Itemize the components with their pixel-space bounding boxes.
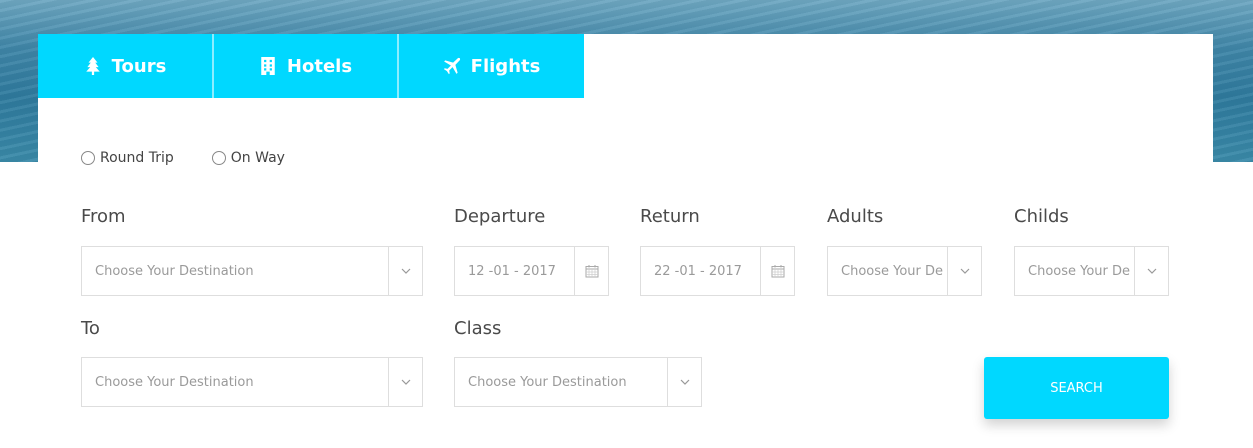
adults-label: Adults bbox=[827, 206, 884, 227]
chevron-down-icon[interactable] bbox=[1134, 247, 1168, 295]
tab-tours-label: Tours bbox=[111, 55, 167, 77]
adults-select-value: Choose Your De bbox=[841, 263, 944, 279]
departure-label: Departure bbox=[454, 206, 546, 227]
radio-on-way-label: On Way bbox=[230, 150, 285, 166]
to-label: To bbox=[81, 318, 100, 339]
plane-icon bbox=[443, 57, 460, 75]
calendar-icon[interactable] bbox=[760, 247, 794, 295]
departure-date-value: 12 -01 - 2017 bbox=[468, 263, 556, 279]
chevron-down-icon[interactable] bbox=[388, 358, 422, 406]
tab-hotels[interactable]: Hotels bbox=[214, 34, 399, 98]
booking-card: Tours Hotels Flights Round Trip On Way F… bbox=[38, 34, 1213, 448]
class-select[interactable]: Choose Your Destination bbox=[454, 357, 702, 407]
search-button[interactable]: SEARCH bbox=[984, 357, 1169, 419]
return-label: Return bbox=[640, 206, 700, 227]
childs-label: Childs bbox=[1014, 206, 1069, 227]
from-select[interactable]: Choose Your Destination bbox=[81, 246, 423, 296]
to-select-value: Choose Your Destination bbox=[95, 374, 254, 390]
chevron-down-icon[interactable] bbox=[947, 247, 981, 295]
radio-round-trip[interactable]: Round Trip bbox=[81, 150, 174, 166]
tab-tours[interactable]: Tours bbox=[38, 34, 214, 98]
page-edge bbox=[0, 162, 8, 448]
class-label: Class bbox=[454, 318, 502, 339]
tab-flights[interactable]: Flights bbox=[399, 34, 584, 98]
tab-hotels-label: Hotels bbox=[286, 55, 353, 77]
return-date-input[interactable]: 22 -01 - 2017 bbox=[640, 246, 795, 296]
tree-icon bbox=[85, 57, 100, 75]
from-label: From bbox=[81, 206, 126, 227]
trip-type-group: Round Trip On Way bbox=[81, 150, 285, 166]
tab-flights-label: Flights bbox=[470, 55, 541, 77]
to-select[interactable]: Choose Your Destination bbox=[81, 357, 423, 407]
radio-on-way[interactable]: On Way bbox=[211, 150, 285, 166]
radio-round-trip-label: Round Trip bbox=[100, 150, 174, 166]
childs-select-value: Choose Your De bbox=[1028, 263, 1131, 279]
from-select-value: Choose Your Destination bbox=[95, 263, 254, 279]
building-icon bbox=[261, 57, 275, 75]
radio-circle-icon[interactable] bbox=[211, 151, 226, 165]
adults-select[interactable]: Choose Your De bbox=[827, 246, 982, 296]
return-date-value: 22 -01 - 2017 bbox=[654, 263, 742, 279]
chevron-down-icon[interactable] bbox=[388, 247, 422, 295]
childs-select[interactable]: Choose Your De bbox=[1014, 246, 1169, 296]
booking-tabs: Tours Hotels Flights bbox=[38, 34, 584, 98]
departure-date-input[interactable]: 12 -01 - 2017 bbox=[454, 246, 609, 296]
chevron-down-icon[interactable] bbox=[667, 358, 701, 406]
radio-circle-icon[interactable] bbox=[81, 151, 95, 165]
class-select-value: Choose Your Destination bbox=[468, 374, 627, 390]
calendar-icon[interactable] bbox=[574, 247, 608, 295]
